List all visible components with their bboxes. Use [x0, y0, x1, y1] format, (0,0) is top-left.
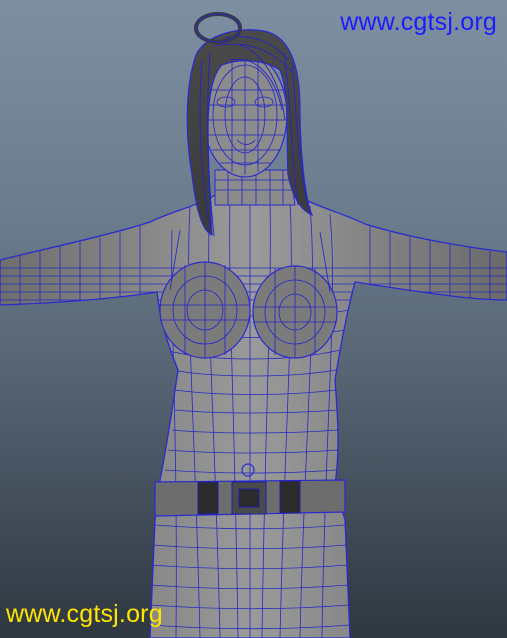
wireframe-model — [0, 12, 507, 638]
watermark-top: www.cgtsj.org — [340, 8, 497, 36]
3d-viewport[interactable]: www.cgtsj.org www.cgtsj.org — [0, 0, 507, 638]
belt-loop-left — [197, 481, 219, 515]
watermark-bottom: www.cgtsj.org — [6, 600, 163, 628]
belt-loop-right — [279, 480, 301, 514]
body-mesh — [0, 194, 507, 638]
